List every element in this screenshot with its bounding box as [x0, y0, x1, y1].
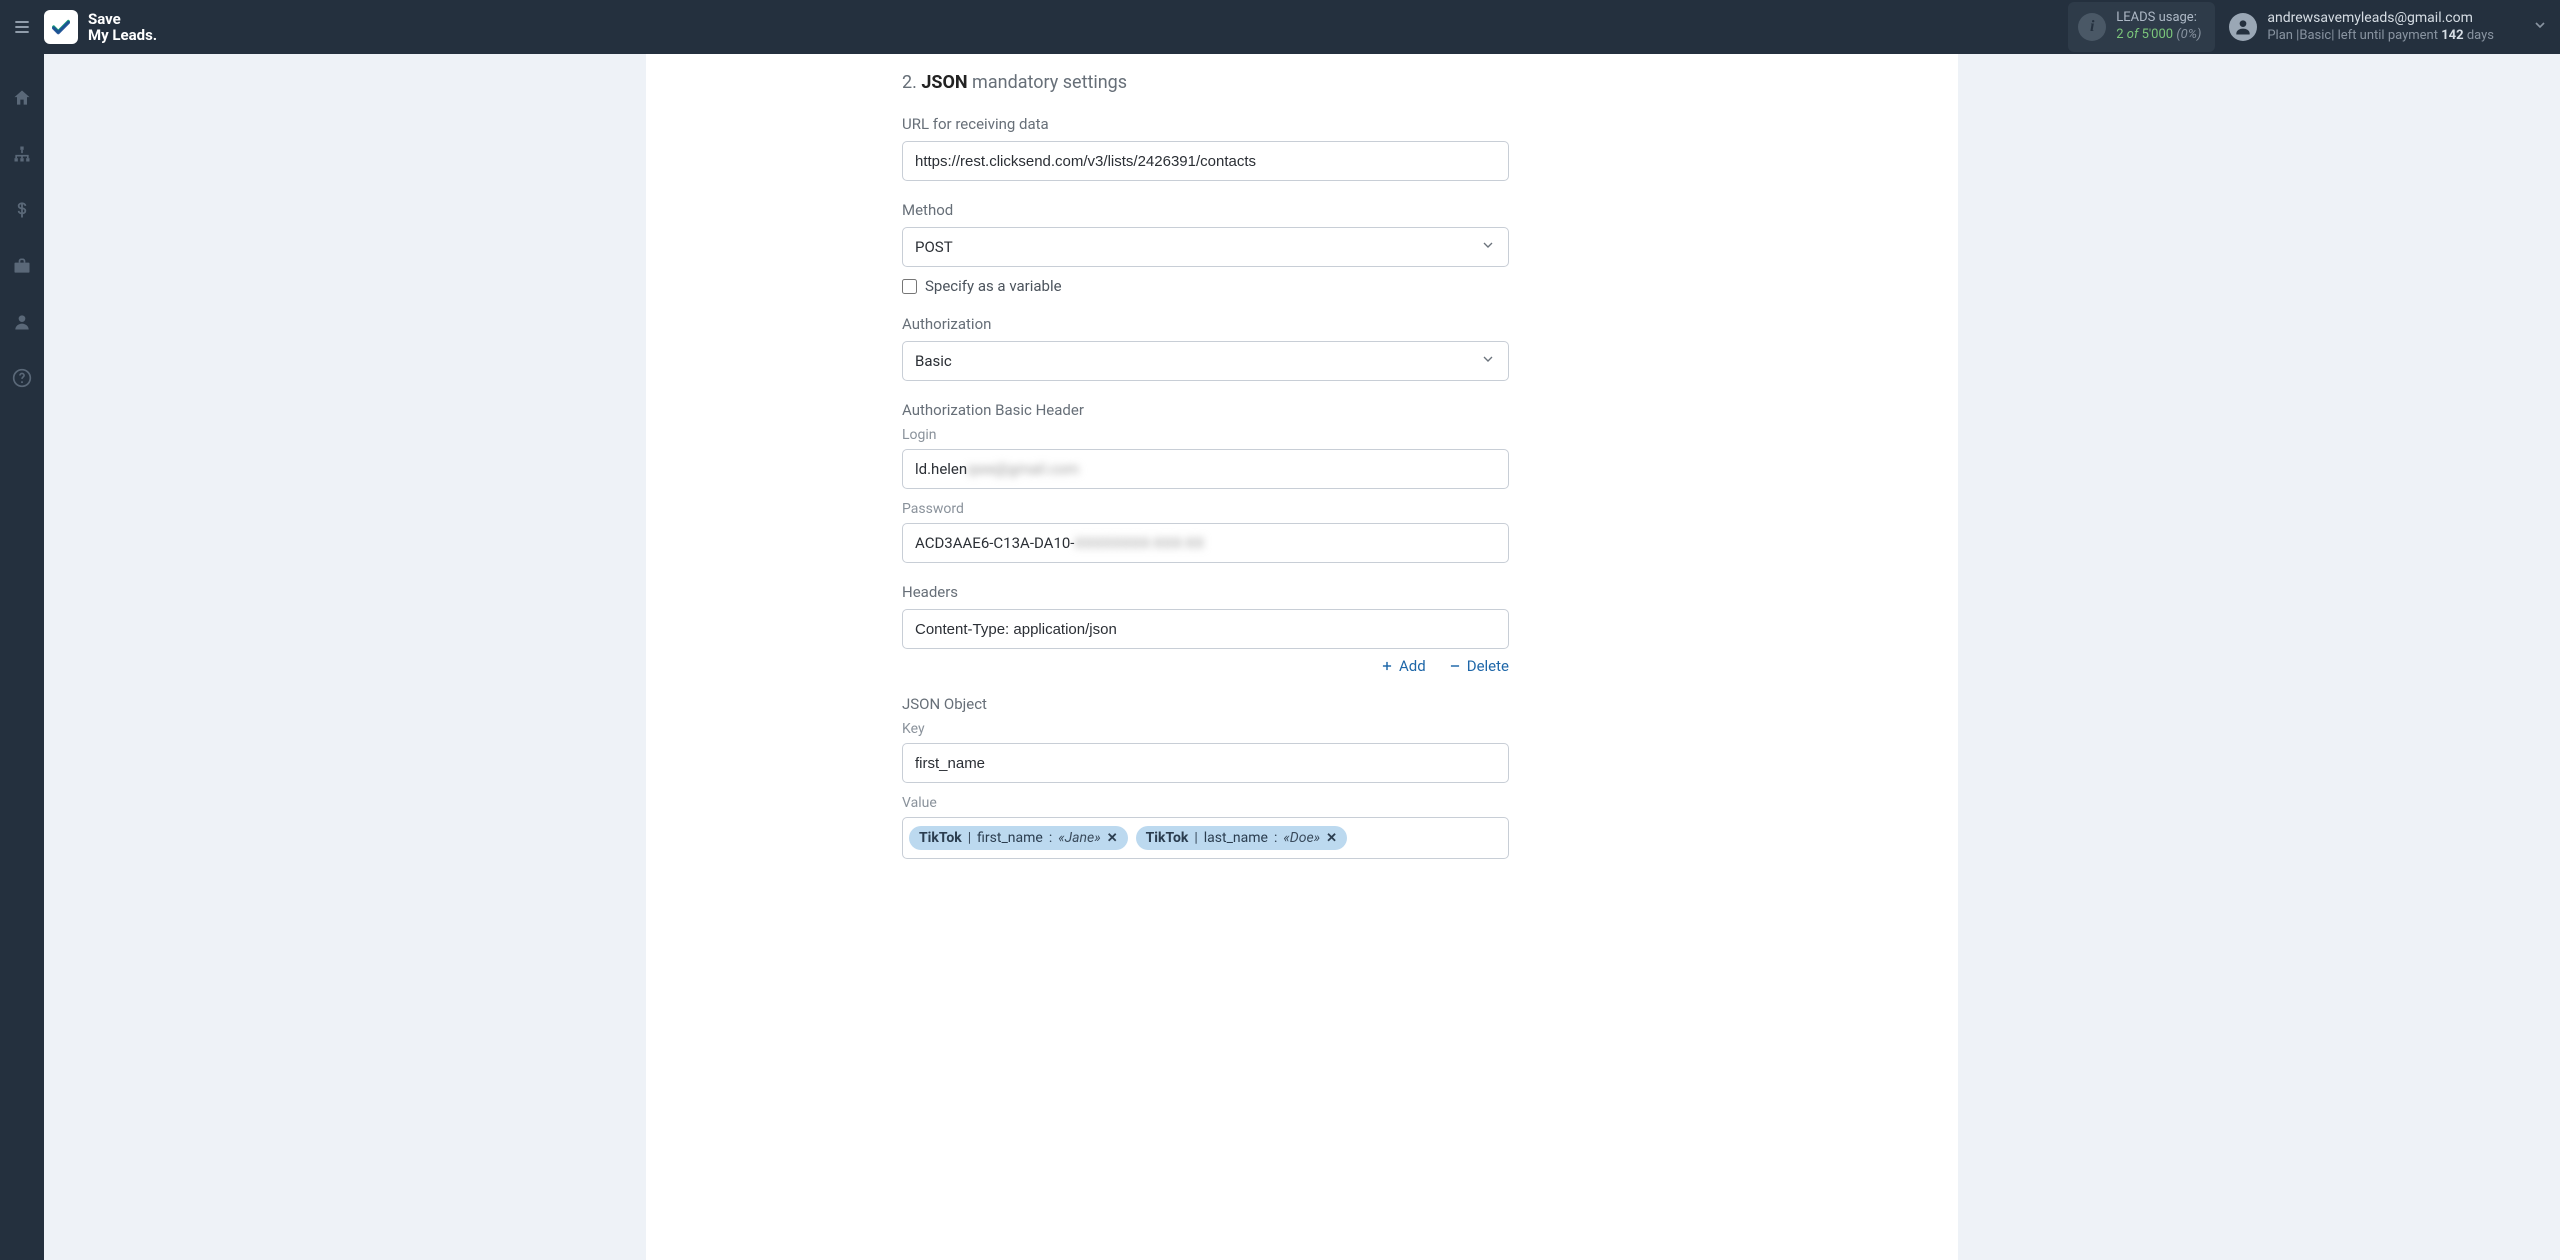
json-object-label: JSON Object	[902, 695, 1509, 713]
brand-logo-icon	[44, 10, 78, 44]
authz-label: Authorization	[902, 315, 1509, 333]
headers-label: Headers	[902, 583, 1509, 601]
brand: Save My Leads.	[44, 10, 157, 44]
login-input[interactable]: ld.helen qwe@gmail.com	[902, 449, 1509, 489]
brand-text: Save My Leads.	[88, 11, 157, 44]
usage-line: 2 of 5'000 (0%)	[2116, 27, 2201, 44]
value-token[interactable]: TikTok | last_name: «Doe» ✕	[1136, 826, 1347, 850]
briefcase-icon[interactable]	[0, 252, 44, 280]
key-input[interactable]	[902, 743, 1509, 783]
method-select[interactable]: POST	[902, 227, 1509, 267]
remove-token-icon[interactable]: ✕	[1326, 831, 1337, 846]
url-label: URL for receiving data	[902, 115, 1509, 133]
info-icon: i	[2078, 13, 2106, 41]
method-variable-checkbox[interactable]: Specify as a variable	[902, 277, 1509, 295]
value-token[interactable]: TikTok | first_name: «Jane» ✕	[909, 826, 1128, 850]
password-input[interactable]: ACD3AAE6-C13A-DA10-XXXXXXXX-XXX-XX	[902, 523, 1509, 563]
account-plan: Plan |Basic| left until payment 142 days	[2267, 28, 2494, 45]
home-icon[interactable]	[0, 84, 44, 112]
account-box[interactable]: andrewsavemyleads@gmail.com Plan |Basic|…	[2229, 9, 2548, 44]
section-title: 2. JSON mandatory settings	[902, 72, 1509, 93]
chevron-down-icon[interactable]	[2532, 17, 2548, 37]
remove-token-icon[interactable]: ✕	[1107, 831, 1118, 846]
value-tokens-input[interactable]: TikTok | first_name: «Jane» ✕ TikTok | l…	[902, 817, 1509, 859]
usage-box: i LEADS usage: 2 of 5'000 (0%)	[2068, 2, 2215, 52]
method-label: Method	[902, 201, 1509, 219]
usage-title: LEADS usage:	[2116, 10, 2201, 27]
basic-header-label: Authorization Basic Header	[902, 401, 1509, 419]
authz-select[interactable]: Basic	[902, 341, 1509, 381]
help-icon[interactable]	[0, 364, 44, 392]
chevron-down-icon	[1480, 237, 1496, 257]
headers-input[interactable]	[902, 609, 1509, 649]
settings-card: 2. JSON mandatory settings URL for recei…	[646, 54, 1958, 1260]
add-header-button[interactable]: Add	[1380, 657, 1426, 675]
menu-toggle[interactable]	[0, 0, 44, 54]
account-email: andrewsavemyleads@gmail.com	[2267, 9, 2494, 27]
password-label: Password	[902, 501, 1509, 517]
key-label: Key	[902, 721, 1509, 737]
dollar-icon[interactable]	[0, 196, 44, 224]
sitemap-icon[interactable]	[0, 140, 44, 168]
url-input[interactable]	[902, 141, 1509, 181]
delete-header-button[interactable]: Delete	[1448, 657, 1509, 675]
value-label: Value	[902, 795, 1509, 811]
login-label: Login	[902, 427, 1509, 443]
avatar-icon	[2229, 13, 2257, 41]
chevron-down-icon	[1480, 351, 1496, 371]
sidebar	[0, 54, 44, 1260]
user-icon[interactable]	[0, 308, 44, 336]
